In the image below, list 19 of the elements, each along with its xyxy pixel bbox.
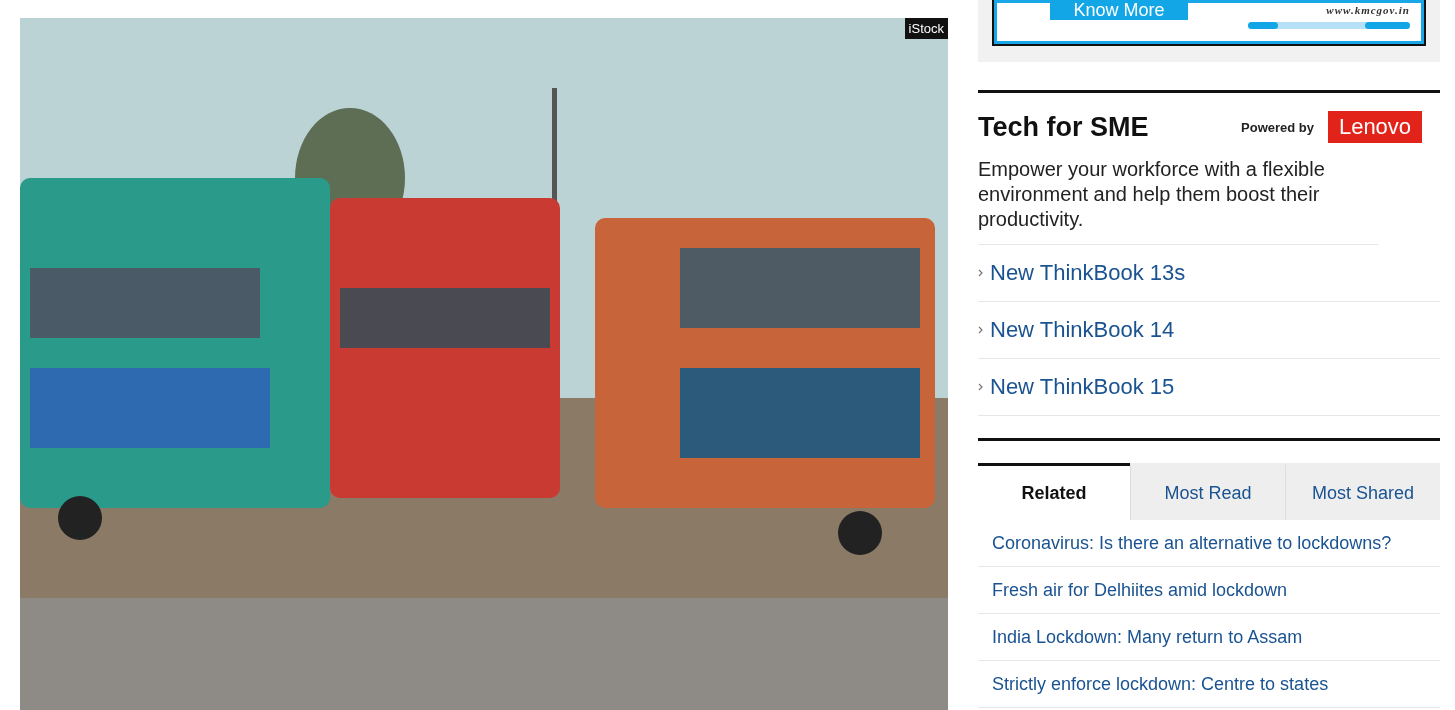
chevron-icon: [978, 383, 983, 391]
section-description: Empower your workforce with a flexible environment and help them boost their productivity.: [978, 157, 1378, 245]
ad-banner[interactable]: Know More www.kmcgov.in: [992, 0, 1426, 46]
image-credit: iStock: [904, 18, 948, 39]
tab[interactable]: Most Shared: [1285, 463, 1440, 520]
section-title: Tech for SME: [978, 111, 1149, 143]
chevron-icon: [978, 326, 983, 334]
product-link[interactable]: New ThinkBook 13s: [978, 245, 1440, 302]
brand-logo[interactable]: Lenovo: [1328, 111, 1422, 143]
product-link[interactable]: New ThinkBook 14: [978, 302, 1440, 359]
article-link[interactable]: Coronavirus: Is there an alternative to lockdowns?: [978, 520, 1440, 567]
tab[interactable]: Most Read: [1130, 463, 1285, 520]
ad-url: www.kmcgov.in: [1326, 4, 1410, 16]
product-link[interactable]: New ThinkBook 15: [978, 359, 1440, 416]
powered-by-label: Powered by: [1241, 119, 1314, 135]
chevron-icon: [978, 269, 983, 277]
article-link[interactable]: India Lockdown: Many return to Assam: [978, 614, 1440, 661]
article-link[interactable]: Fresh air for Delhiites amid lockdown: [978, 567, 1440, 614]
article-link[interactable]: Strictly enforce lockdown: Centre to states: [978, 661, 1440, 708]
